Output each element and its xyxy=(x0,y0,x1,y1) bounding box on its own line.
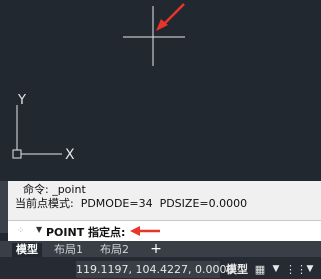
drawing-canvas[interactable]: Y X xyxy=(0,0,321,181)
tab-model[interactable]: 模型 xyxy=(12,243,42,257)
ucs-icon xyxy=(12,105,62,159)
canvas-graphics: Y X xyxy=(12,3,185,163)
snap-icon[interactable]: ⋮⋮ xyxy=(285,261,307,278)
ucs-x-label: X xyxy=(65,147,75,163)
ucs-y-label: Y xyxy=(17,93,26,108)
command-line-handle[interactable] xyxy=(0,181,8,233)
snap-dropdown-icon[interactable]: ▼ xyxy=(303,261,317,278)
coordinate-display[interactable]: 119.1197, 104.4227, 0.0000 xyxy=(76,261,233,278)
status-bar: 119.1197, 104.4227, 0.0000 模型 ▦ ▼ ⋮⋮ ▼ xyxy=(0,257,321,279)
dropdown-arrow-icon[interactable]: ▼ xyxy=(270,261,282,278)
annotation-arrow-bottom xyxy=(130,226,160,236)
command-history: 命令: _point 当前点模式: PDMODE=34 PDSIZE=0.000… xyxy=(8,181,321,220)
command-input[interactable]: ⁘ ▼ POINT 指定点: xyxy=(8,220,321,241)
add-layout-button[interactable]: + xyxy=(148,242,164,257)
layout-tabs-bar: 模型 布局1 布局2 + xyxy=(0,241,321,257)
tab-layout2[interactable]: 布局2 xyxy=(96,243,133,257)
history-line-command: 命令: _point xyxy=(23,183,86,196)
history-line-point-mode: 当前点模式: PDMODE=34 PDSIZE=0.0000 xyxy=(15,197,248,210)
grid-icon[interactable]: ▦ xyxy=(252,261,268,278)
annotation-arrow-top xyxy=(156,3,185,31)
crosshair-cursor xyxy=(123,6,185,66)
tab-layout1[interactable]: 布局1 xyxy=(50,243,87,257)
model-space-button[interactable]: 模型 xyxy=(224,261,250,278)
